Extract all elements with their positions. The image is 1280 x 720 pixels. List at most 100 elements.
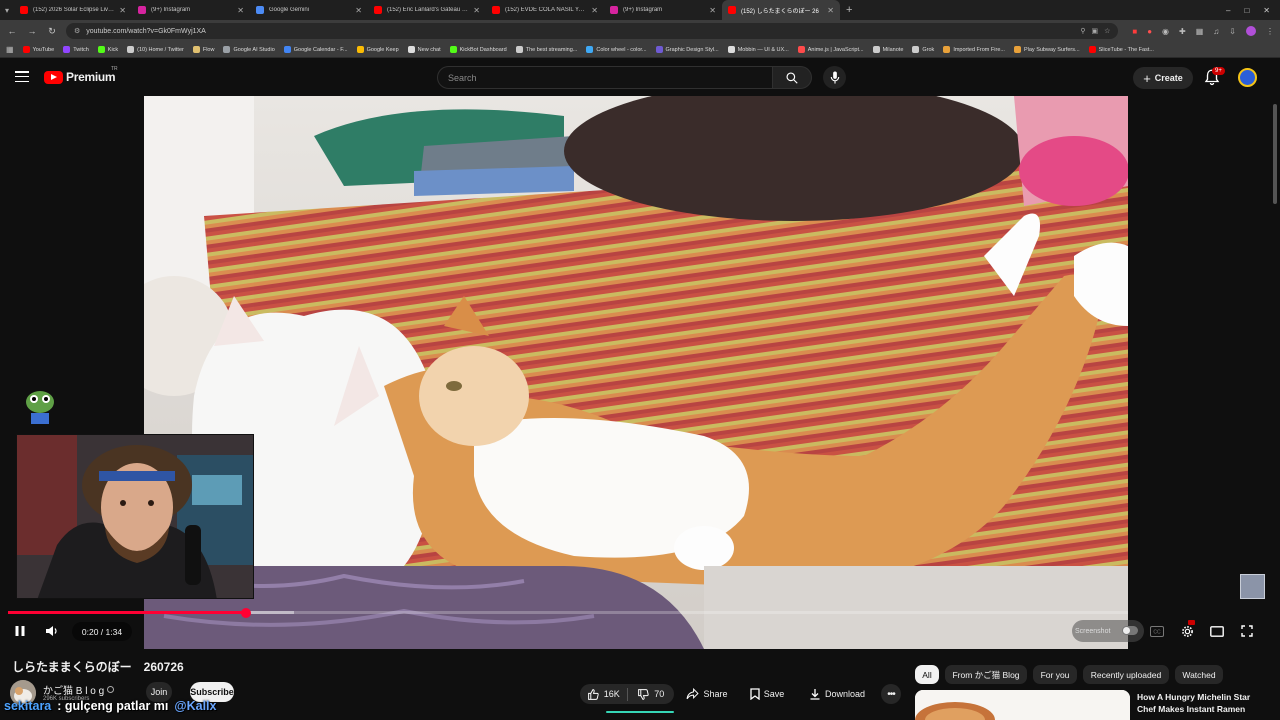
volume-button[interactable] — [43, 623, 59, 639]
settings-button[interactable] — [1179, 620, 1195, 639]
fullscreen-button[interactable] — [1239, 623, 1255, 639]
bookmark-item[interactable]: New chat — [407, 46, 441, 53]
forward-icon[interactable]: → — [26, 26, 38, 36]
bookmark-favicon-icon — [943, 46, 951, 53]
bookmark-item[interactable]: Imported From Fire... — [943, 46, 1005, 53]
channel-name-row[interactable]: かご猫 B l o g — [43, 682, 115, 697]
tab-close-icon[interactable]: ✕ — [237, 6, 244, 15]
bookmark-item[interactable]: Grok — [912, 46, 934, 53]
bookmark-item[interactable]: Kick — [97, 46, 118, 53]
browser-tab[interactable]: (9+) Instagram ✕ — [604, 0, 722, 20]
bookmark-item[interactable]: Play Subway Surfers... — [1013, 46, 1080, 53]
minimize-icon[interactable]: – — [1226, 6, 1230, 15]
browser-tab[interactable]: (152) しらたまくらのぼー 26 ✕ — [722, 0, 840, 20]
save-button[interactable]: Save — [743, 684, 791, 704]
recommended-video-thumbnail[interactable] — [915, 690, 1130, 720]
recommended-video-title[interactable]: How A Hungry Michelin Star Chef Makes In… — [1137, 691, 1267, 715]
bookmark-item[interactable]: Graphic Design Styl... — [655, 46, 719, 53]
tab-close-icon[interactable]: ✕ — [119, 6, 126, 15]
bookmark-item[interactable]: Twitch — [63, 46, 89, 53]
bookmark-item[interactable]: Google Calendar - F... — [283, 46, 348, 53]
bookmark-item[interactable]: Google Keep — [356, 46, 399, 53]
fullscreen-icon — [1241, 625, 1253, 637]
bookmark-item[interactable]: Google AI Studio — [223, 46, 275, 53]
dislike-button[interactable]: 70 — [628, 688, 675, 701]
pause-button[interactable] — [12, 623, 28, 639]
browser-tab[interactable]: (152) EVDE COLA NASIL YAPILIR ✕ — [486, 0, 604, 20]
bookmark-item[interactable]: (10) Home / Twitter — [127, 46, 184, 53]
new-tab-button[interactable]: + — [840, 4, 858, 16]
hamburger-menu-icon[interactable] — [15, 71, 29, 83]
cast-icon[interactable]: ▣ — [1091, 27, 1098, 35]
page-scrollbar[interactable] — [1272, 96, 1278, 720]
browser-menu-icon[interactable]: ⋮ — [1266, 27, 1274, 36]
share-button[interactable]: Share — [681, 684, 733, 704]
reload-icon[interactable]: ↻ — [46, 26, 58, 37]
tab-close-icon[interactable]: ✕ — [827, 6, 834, 15]
zoom-icon[interactable]: ⚲ — [1080, 27, 1085, 35]
screenshot-toggle[interactable]: Screenshot — [1072, 620, 1144, 642]
video-frame[interactable] — [144, 96, 1128, 649]
filter-chip-from-channel[interactable]: From かご猫 Blog — [945, 665, 1027, 684]
progress-scrubber-handle[interactable] — [241, 607, 252, 618]
extensions-puzzle-icon[interactable]: ▦ — [1196, 27, 1204, 36]
extension-youtube-icon[interactable]: ■ — [1132, 27, 1137, 36]
tab-close-icon[interactable]: ✕ — [709, 6, 716, 15]
tab-close-icon[interactable]: ✕ — [473, 6, 480, 15]
more-actions-button[interactable]: ••• — [881, 684, 901, 704]
bookmark-item[interactable]: Color wheel - color... — [586, 46, 647, 53]
subtitles-button[interactable]: CC — [1149, 623, 1165, 639]
browser-tab[interactable]: Google Gemini ✕ — [250, 0, 368, 20]
bookmark-star-icon[interactable]: ☆ — [1104, 27, 1110, 35]
theater-mode-button[interactable] — [1209, 623, 1225, 639]
site-info-icon[interactable]: ⚙ — [74, 27, 80, 35]
download-button[interactable]: Download — [802, 684, 872, 704]
profile-avatar-icon[interactable] — [1246, 26, 1256, 36]
apps-grid-icon[interactable]: ▦ — [6, 45, 14, 54]
extension-shield-icon[interactable]: ◉ — [1162, 27, 1169, 36]
bookmark-item[interactable]: Anime.js | JavaScript... — [797, 46, 864, 53]
close-window-icon[interactable]: ✕ — [1263, 6, 1270, 15]
bookmark-item[interactable]: SliceTube - The Fast... — [1088, 46, 1154, 53]
filter-chip-recently-uploaded[interactable]: Recently uploaded — [1083, 665, 1169, 684]
channel-name[interactable]: かご猫 B l o g — [43, 682, 104, 697]
browser-tab[interactable]: (9+) Instagram ✕ — [132, 0, 250, 20]
scrollbar-thumb[interactable] — [1273, 104, 1277, 204]
tab-search-icon[interactable]: ▾ — [0, 6, 14, 15]
browser-tab[interactable]: (152) Eric Lanlard's Gateau St. H ✕ — [368, 0, 486, 20]
back-icon[interactable]: ← — [6, 26, 18, 36]
extensions-area: ■ ● ◉ ✚ ▦ ♫ ⇩ ⋮ — [1132, 26, 1274, 36]
bookmark-item[interactable]: KickBot Dashboard — [449, 46, 507, 53]
like-dislike-group: 16K 70 — [580, 684, 674, 704]
browser-toolbar: ← → ↻ ⚙ youtube.com/watch?v=Gk0FmWyj1XA … — [0, 20, 1280, 42]
create-button[interactable]: + Create — [1133, 67, 1193, 89]
like-button[interactable]: 16K — [580, 688, 627, 701]
bookmark-item[interactable]: The best streaming... — [515, 46, 577, 53]
voice-search-button[interactable] — [823, 66, 846, 89]
search-input[interactable] — [437, 66, 773, 89]
filter-chip-all[interactable]: All — [915, 665, 939, 684]
plus-icon: + — [1143, 70, 1151, 86]
browser-tab[interactable]: (152) 2026 Solar Eclipse Live fro ✕ — [14, 0, 132, 20]
bookmark-item[interactable]: Mobbin — UI & UX... — [727, 46, 789, 53]
filter-chip-for-you[interactable]: For you — [1033, 665, 1077, 684]
bookmark-item[interactable]: YouTube — [22, 46, 54, 53]
address-bar[interactable]: ⚙ youtube.com/watch?v=Gk0FmWyj1XA ⚲ ▣ ☆ — [66, 23, 1119, 39]
account-avatar[interactable] — [1238, 68, 1257, 87]
tab-title: (9+) Instagram — [623, 7, 663, 13]
maximize-icon[interactable]: □ — [1244, 6, 1249, 15]
bookmark-favicon-icon — [727, 46, 735, 53]
tab-close-icon[interactable]: ✕ — [355, 6, 362, 15]
bookmark-item[interactable]: Flow — [192, 46, 214, 53]
screenshot-switch[interactable] — [1122, 626, 1138, 635]
tab-close-icon[interactable]: ✕ — [591, 6, 598, 15]
extension-tool-icon[interactable]: ✚ — [1179, 27, 1186, 36]
downloads-icon[interactable]: ⇩ — [1229, 27, 1236, 36]
filter-chip-watched[interactable]: Watched — [1175, 665, 1223, 684]
bookmark-item[interactable]: Milanote — [872, 46, 903, 53]
media-controls-icon[interactable]: ♫ — [1213, 27, 1219, 36]
youtube-premium-logo[interactable]: Premium TR — [44, 66, 118, 84]
search-button[interactable] — [772, 66, 812, 89]
video-progress-bar[interactable] — [8, 607, 1128, 618]
extension-red-icon[interactable]: ● — [1147, 27, 1152, 36]
